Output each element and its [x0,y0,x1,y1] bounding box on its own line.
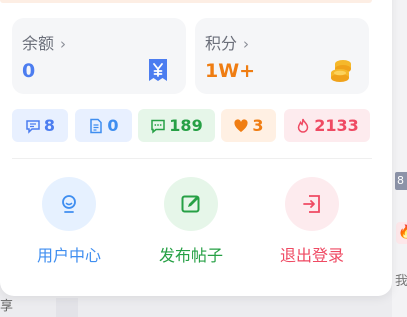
balance-title: 余额 › [22,34,67,53]
comment-icon [151,119,166,134]
user-center-icon [62,195,76,213]
user-center-label: 用户中心 [36,246,101,265]
publish-post-icon-circle [164,177,218,231]
stat-likes-value: 3 [252,116,264,135]
edit-icon [181,195,200,213]
points-card[interactable]: 积分 › 1W+ [195,18,369,94]
balance-value: 0 [22,60,36,82]
message-icon [26,119,40,134]
yen-ticket-icon [149,59,167,81]
background-badge: 8 [395,172,407,190]
coins-icon [331,60,351,82]
background-fire-tag: 🔥 [396,222,407,244]
stat-comments[interactable]: 189 [138,109,215,142]
stat-posts-value: 0 [107,116,119,135]
logout-icon-circle [285,177,339,231]
publish-post-label: 发布帖子 [158,246,223,265]
background-strip [56,298,78,317]
user-center-button[interactable]: 用户中心 [24,177,114,266]
logout-label: 退出登录 [279,246,344,265]
background-text-bottom: 享 [0,299,14,314]
top-strip [0,0,372,3]
stat-hot[interactable]: 2133 [284,109,370,142]
fire-icon [297,118,309,133]
stat-posts[interactable]: 0 [75,109,132,142]
chevron-right-icon: › [60,35,67,53]
document-icon [90,118,103,133]
background-text: 我 [395,274,407,289]
publish-post-button[interactable]: 发布帖子 [146,177,236,266]
stat-comments-value: 189 [169,116,203,135]
chevron-right-icon: › [243,35,250,53]
stat-messages-value: 8 [43,116,56,135]
stat-hot-value: 2133 [314,116,359,135]
points-title: 积分 › [205,34,250,53]
divider [12,158,372,159]
logout-icon [303,195,320,213]
stat-likes[interactable]: 3 [221,109,276,142]
heart-icon [234,118,249,132]
user-center-icon-circle [42,177,96,231]
user-dropdown-panel: 余额 › 0 积分 › 1W+ 8 0 189 3 2133 用户中心 发布帖子… [0,0,392,296]
balance-card[interactable]: 余额 › 0 [12,18,186,94]
stat-messages[interactable]: 8 [12,109,68,142]
logout-button[interactable]: 退出登录 [267,177,357,266]
points-value: 1W+ [205,60,256,82]
